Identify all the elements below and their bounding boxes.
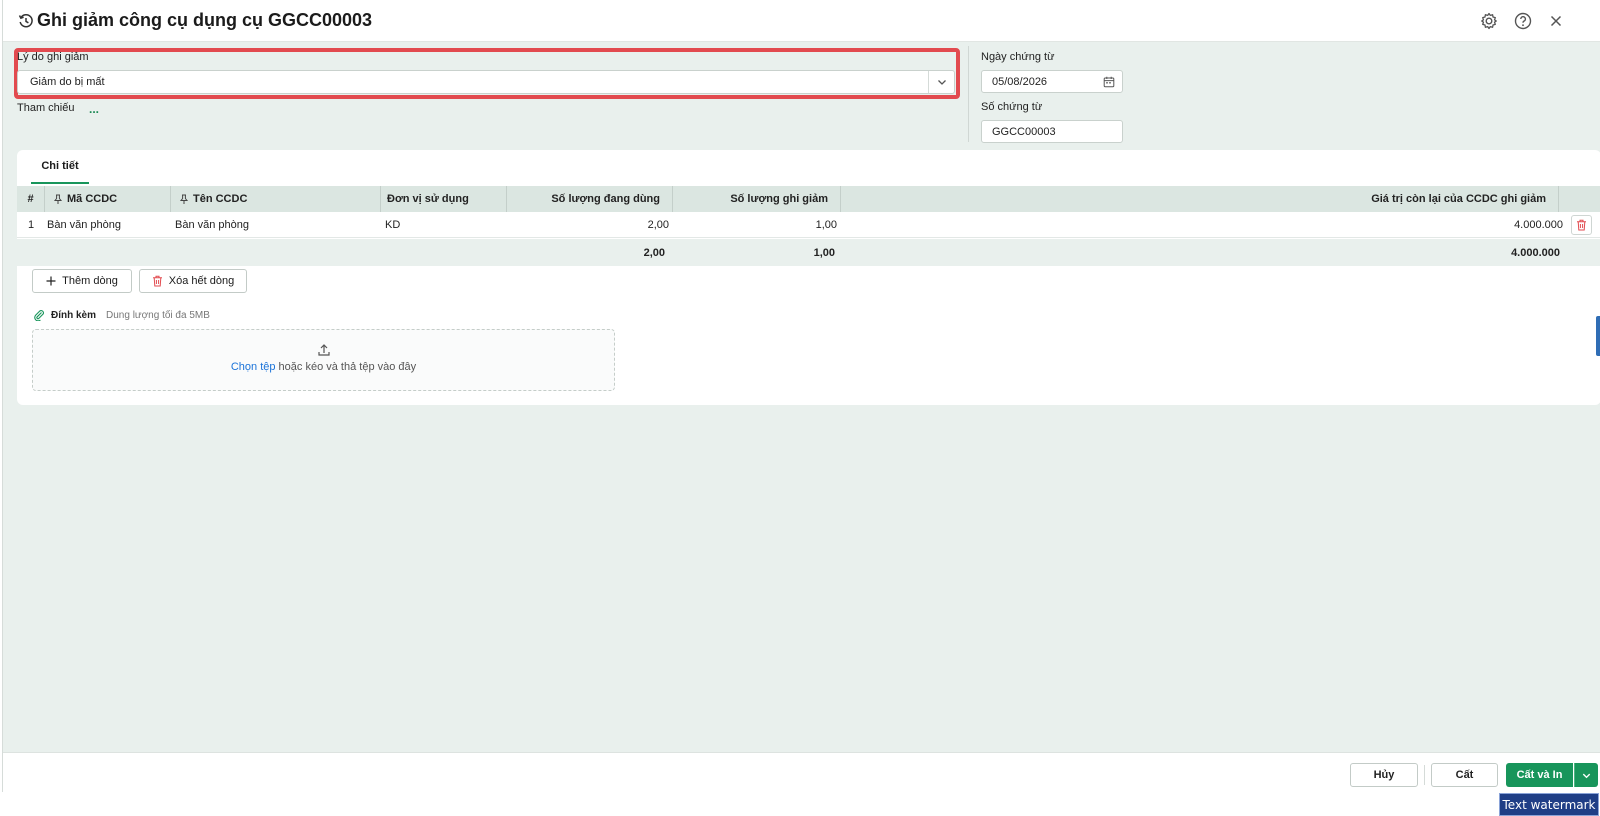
plus-icon [46,276,56,286]
page-title: Ghi giảm công cụ dụng cụ GGCC00003 [37,10,373,30]
date-input[interactable]: 05/08/2026 [981,70,1123,93]
column-qty-in-use: Số lượng đang dùng [507,186,673,212]
pin-icon[interactable] [179,194,189,205]
add-row-button[interactable]: Thêm dòng [32,269,132,293]
dialog-window: Ghi giảm công cụ dụng cụ GGCC00003 Lý do… [2,0,1600,792]
reference-more-button[interactable]: ... [89,102,99,116]
save-options-dropdown[interactable] [1574,763,1598,787]
column-index: # [17,186,45,212]
total-qty-decrease: 1,00 [813,246,835,259]
file-dropzone[interactable]: Chọn tệp hoặc kéo và thả tệp vào đây [32,329,615,391]
column-remaining-value: Giá trị còn lại của CCDC ghi giảm [841,186,1559,212]
dropzone-hint: hoặc kéo và thả tệp vào đây [275,361,417,373]
dropzone-text: Chọn tệp hoặc kéo và thả tệp vào đây [33,361,614,373]
totals-row: 2,00 1,00 4.000.000 [17,239,1600,266]
clear-rows-button[interactable]: Xóa hết dòng [139,269,247,293]
chevron-down-icon [1582,773,1591,778]
row-index: 1 [27,219,35,231]
reason-dropdown-toggle[interactable] [928,71,954,93]
dialog-header: Ghi giảm công cụ dụng cụ GGCC00003 [3,0,1600,42]
help-icon[interactable] [1513,11,1533,31]
column-code[interactable]: Mã CCDC [45,186,171,212]
total-qty-in-use: 2,00 [643,246,665,259]
row-name[interactable]: Bàn văn phòng [175,212,381,238]
add-row-label: Thêm dòng [62,275,118,287]
document-number-input[interactable]: GGCC00003 [981,120,1123,143]
chevron-down-icon [937,80,946,85]
column-qty-decrease: Số lượng ghi giảm [673,186,841,212]
save-button[interactable]: Cất [1431,763,1498,787]
row-qty-in-use[interactable]: 2,00 [507,212,669,238]
row-code[interactable]: Bàn văn phòng [47,212,171,238]
trash-icon [1577,219,1586,231]
document-number-value: GGCC00003 [992,126,1056,138]
attachment-label: Đính kèm [51,309,97,321]
tab-detail[interactable]: Chi tiết [31,150,89,184]
form-divider [968,46,969,142]
row-remaining-value[interactable]: 4.000.000 [841,212,1563,238]
date-label: Ngày chứng từ [981,51,1055,63]
choose-file-link[interactable]: Chọn tệp [231,361,276,373]
reason-select-value: Giảm do bị mất [30,76,105,88]
row-unit[interactable]: KD [385,212,507,238]
date-value: 05/08/2026 [992,76,1048,88]
delete-row-button[interactable] [1571,215,1592,235]
side-panel-handle[interactable] [1596,316,1600,356]
total-remaining-value: 4.000.000 [1511,246,1560,259]
column-name[interactable]: Tên CCDC [171,186,381,212]
table-row[interactable]: 1 Bàn văn phòng Bàn văn phòng KD 2,00 1,… [17,212,1600,238]
pin-icon[interactable] [53,194,63,205]
text-watermark: Text watermark [1499,793,1599,816]
column-unit: Đơn vị sử dụng [381,186,507,212]
reason-label: Lý do ghi giảm [17,51,89,63]
settings-gear-icon[interactable] [1479,11,1499,31]
detail-grid-header: # Mã CCDC Tên CCDC Đơn vị sử dụng Số lượ… [17,186,1600,212]
reason-select[interactable]: Giảm do bị mất [17,70,955,94]
history-icon [18,13,33,28]
row-qty-decrease[interactable]: 1,00 [673,212,837,238]
attachment-header: Đính kèm Dung lượng tối đa 5MB [33,309,210,321]
document-number-label: Số chứng từ [981,101,1043,113]
save-and-print-button[interactable]: Cất và In [1506,763,1573,787]
calendar-icon[interactable] [1103,76,1115,88]
column-code-label: Mã CCDC [67,193,118,205]
attachment-size-hint: Dung lượng tối đa 5MB [106,309,210,321]
close-icon[interactable] [1546,11,1566,31]
column-name-label: Tên CCDC [193,193,248,205]
clear-rows-label: Xóa hết dòng [168,275,235,287]
paperclip-icon [34,310,44,321]
upload-icon [318,344,330,356]
reference-label: Tham chiếu [17,102,75,114]
trash-icon [152,275,162,287]
cancel-button[interactable]: Hủy [1350,763,1418,787]
detail-panel: Chi tiết # Mã CCDC Tên CCDC Đơn vị sử dụ… [17,150,1600,405]
dialog-footer: Hủy Cất Cất và In [3,752,1600,792]
footer-divider [1424,765,1425,785]
